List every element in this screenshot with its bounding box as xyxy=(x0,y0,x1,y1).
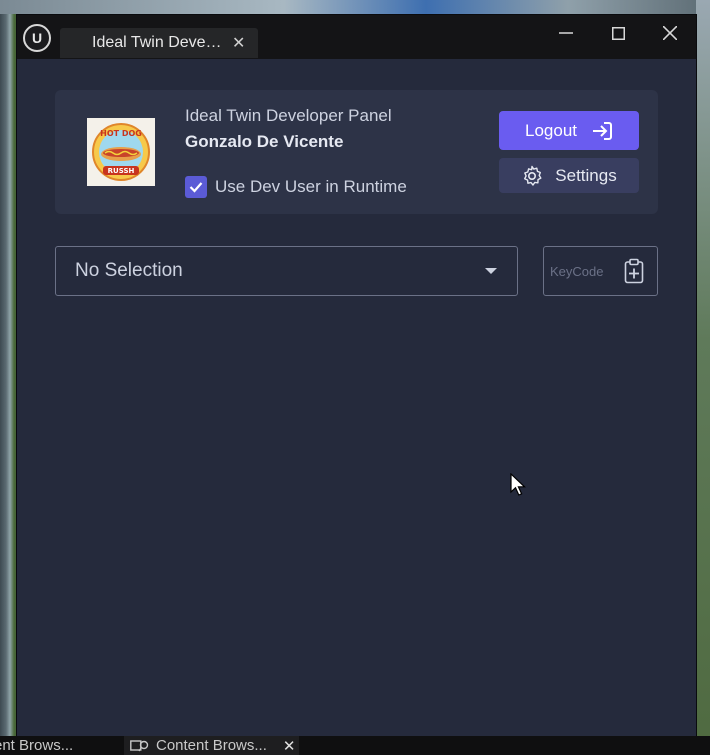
avatar-line1: HOT DOG xyxy=(100,129,142,138)
taskbar-item-content-browser-2[interactable]: Content Brows... ✕ xyxy=(124,736,300,755)
user-name: Gonzalo De Vicente xyxy=(185,132,344,151)
user-header-card: HOT DOG RUSSH Ideal Twin Developer Panel… xyxy=(55,90,658,214)
close-icon xyxy=(663,26,677,40)
selection-value: No Selection xyxy=(75,260,183,281)
checkmark-icon xyxy=(189,182,203,193)
keycode-input[interactable] xyxy=(550,263,616,279)
title-bar[interactable]: U Ideal Twin Deve… ✕ xyxy=(17,15,696,59)
content-browser-icon xyxy=(130,739,149,751)
settings-button[interactable]: Settings xyxy=(499,158,639,193)
dropdown-arrow-icon xyxy=(485,268,497,274)
minimize-button[interactable] xyxy=(540,15,592,51)
avatar: HOT DOG RUSSH xyxy=(87,118,155,186)
taskbar-item-label: Content Brows... xyxy=(156,737,267,754)
gear-icon xyxy=(524,165,542,186)
developer-panel-window: U Ideal Twin Deve… ✕ HOT DOG RUSSH Ideal… xyxy=(16,14,697,740)
minimize-icon xyxy=(559,32,573,34)
window-controls xyxy=(540,15,696,51)
close-button[interactable] xyxy=(644,15,696,51)
clipboard-plus-icon xyxy=(624,258,644,284)
use-dev-user-row[interactable]: Use Dev User in Runtime xyxy=(185,176,407,198)
logout-label: Logout xyxy=(525,120,577,140)
taskbar-item-content-browser-1[interactable]: ent Brows... xyxy=(0,736,86,755)
mouse-cursor-icon xyxy=(510,473,526,496)
paste-keycode-button[interactable] xyxy=(624,258,644,284)
tab-close-icon[interactable]: ✕ xyxy=(232,33,245,53)
maximize-icon xyxy=(611,26,625,40)
taskbar-item-label: ent Brows... xyxy=(0,737,74,754)
selection-dropdown[interactable]: No Selection xyxy=(55,246,518,296)
keycode-field[interactable] xyxy=(543,246,658,296)
background-right-strip xyxy=(696,0,710,755)
background-top-strip xyxy=(0,0,710,14)
tab-ideal-twin[interactable]: Ideal Twin Deve… ✕ xyxy=(60,28,258,58)
panel-title: Ideal Twin Developer Panel xyxy=(185,106,392,125)
use-dev-user-checkbox[interactable] xyxy=(185,176,207,198)
hot-dog-logo-icon: HOT DOG RUSSH xyxy=(92,123,150,181)
maximize-button[interactable] xyxy=(592,15,644,51)
taskbar-close-icon[interactable]: ✕ xyxy=(283,737,296,755)
tab-label: Ideal Twin Deve… xyxy=(92,34,222,51)
avatar-line2: RUSSH xyxy=(108,167,135,175)
settings-label: Settings xyxy=(555,165,617,185)
use-dev-user-label: Use Dev User in Runtime xyxy=(215,177,407,196)
logout-icon xyxy=(593,121,612,140)
taskbar: ent Brows... Content Brows... ✕ xyxy=(0,736,710,755)
unreal-engine-logo-icon: U xyxy=(23,24,51,52)
logout-button[interactable]: Logout xyxy=(499,111,639,150)
